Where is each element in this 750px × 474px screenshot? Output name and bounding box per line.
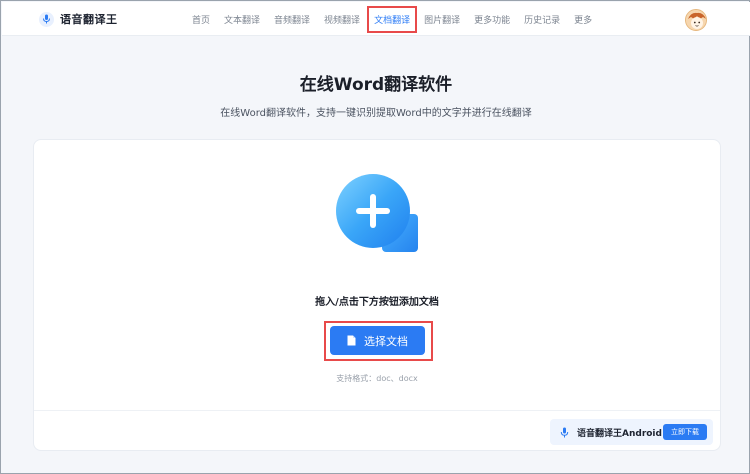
user-avatar[interactable] xyxy=(685,9,707,31)
nav-text-translate[interactable]: 文本翻译 xyxy=(224,13,260,26)
app-window: 语音翻译王 首页 文本翻译 音频翻译 视频翻译 文档翻译 图片翻译 更多功能 历… xyxy=(0,0,750,474)
download-now-button[interactable]: 立即下载 xyxy=(663,424,707,440)
page-subtitle: 在线Word翻译软件，支持一键识别提取Word中的文字并进行在线翻译 xyxy=(220,108,532,119)
supported-formats: 支持格式：doc、docx xyxy=(336,374,418,383)
nav-home[interactable]: 首页 xyxy=(192,13,210,26)
add-file-icon[interactable] xyxy=(334,174,420,256)
page-title: 在线Word翻译软件 xyxy=(299,75,453,95)
site-logo[interactable]: 语音翻译王 xyxy=(39,11,118,27)
select-document-button[interactable]: 选择文档 xyxy=(330,326,425,355)
divider xyxy=(34,410,720,411)
nav-image-translate[interactable]: 图片翻译 xyxy=(424,13,460,26)
microphone-icon xyxy=(560,427,569,438)
logo-text: 语音翻译王 xyxy=(60,13,118,26)
nav-more-features[interactable]: 更多功能 xyxy=(474,13,510,26)
nav-more[interactable]: 更多 xyxy=(574,13,592,26)
app-name: 语音翻译王Android xyxy=(577,428,662,439)
microphone-icon xyxy=(39,11,54,27)
document-icon xyxy=(347,335,356,346)
select-document-label: 选择文档 xyxy=(364,334,408,348)
top-header: 语音翻译王 首页 文本翻译 音频翻译 视频翻译 文档翻译 图片翻译 更多功能 历… xyxy=(2,2,750,36)
nav-document-translate[interactable]: 文档翻译 xyxy=(367,5,418,33)
drop-hint-text: 拖入/点击下方按钮添加文档 xyxy=(315,297,439,308)
nav-video-translate[interactable]: 视频翻译 xyxy=(324,13,360,26)
nav-history[interactable]: 历史记录 xyxy=(524,13,560,26)
main-nav: 首页 文本翻译 音频翻译 视频翻译 文档翻译 图片翻译 更多功能 历史记录 更多 xyxy=(192,2,606,36)
upload-card[interactable]: 拖入/点击下方按钮添加文档 选择文档 支持格式：doc、docx 语音翻译王An… xyxy=(33,139,721,451)
app-promo-banner: 语音翻译王Android 立即下载 xyxy=(550,419,713,445)
nav-audio-translate[interactable]: 音频翻译 xyxy=(274,13,310,26)
